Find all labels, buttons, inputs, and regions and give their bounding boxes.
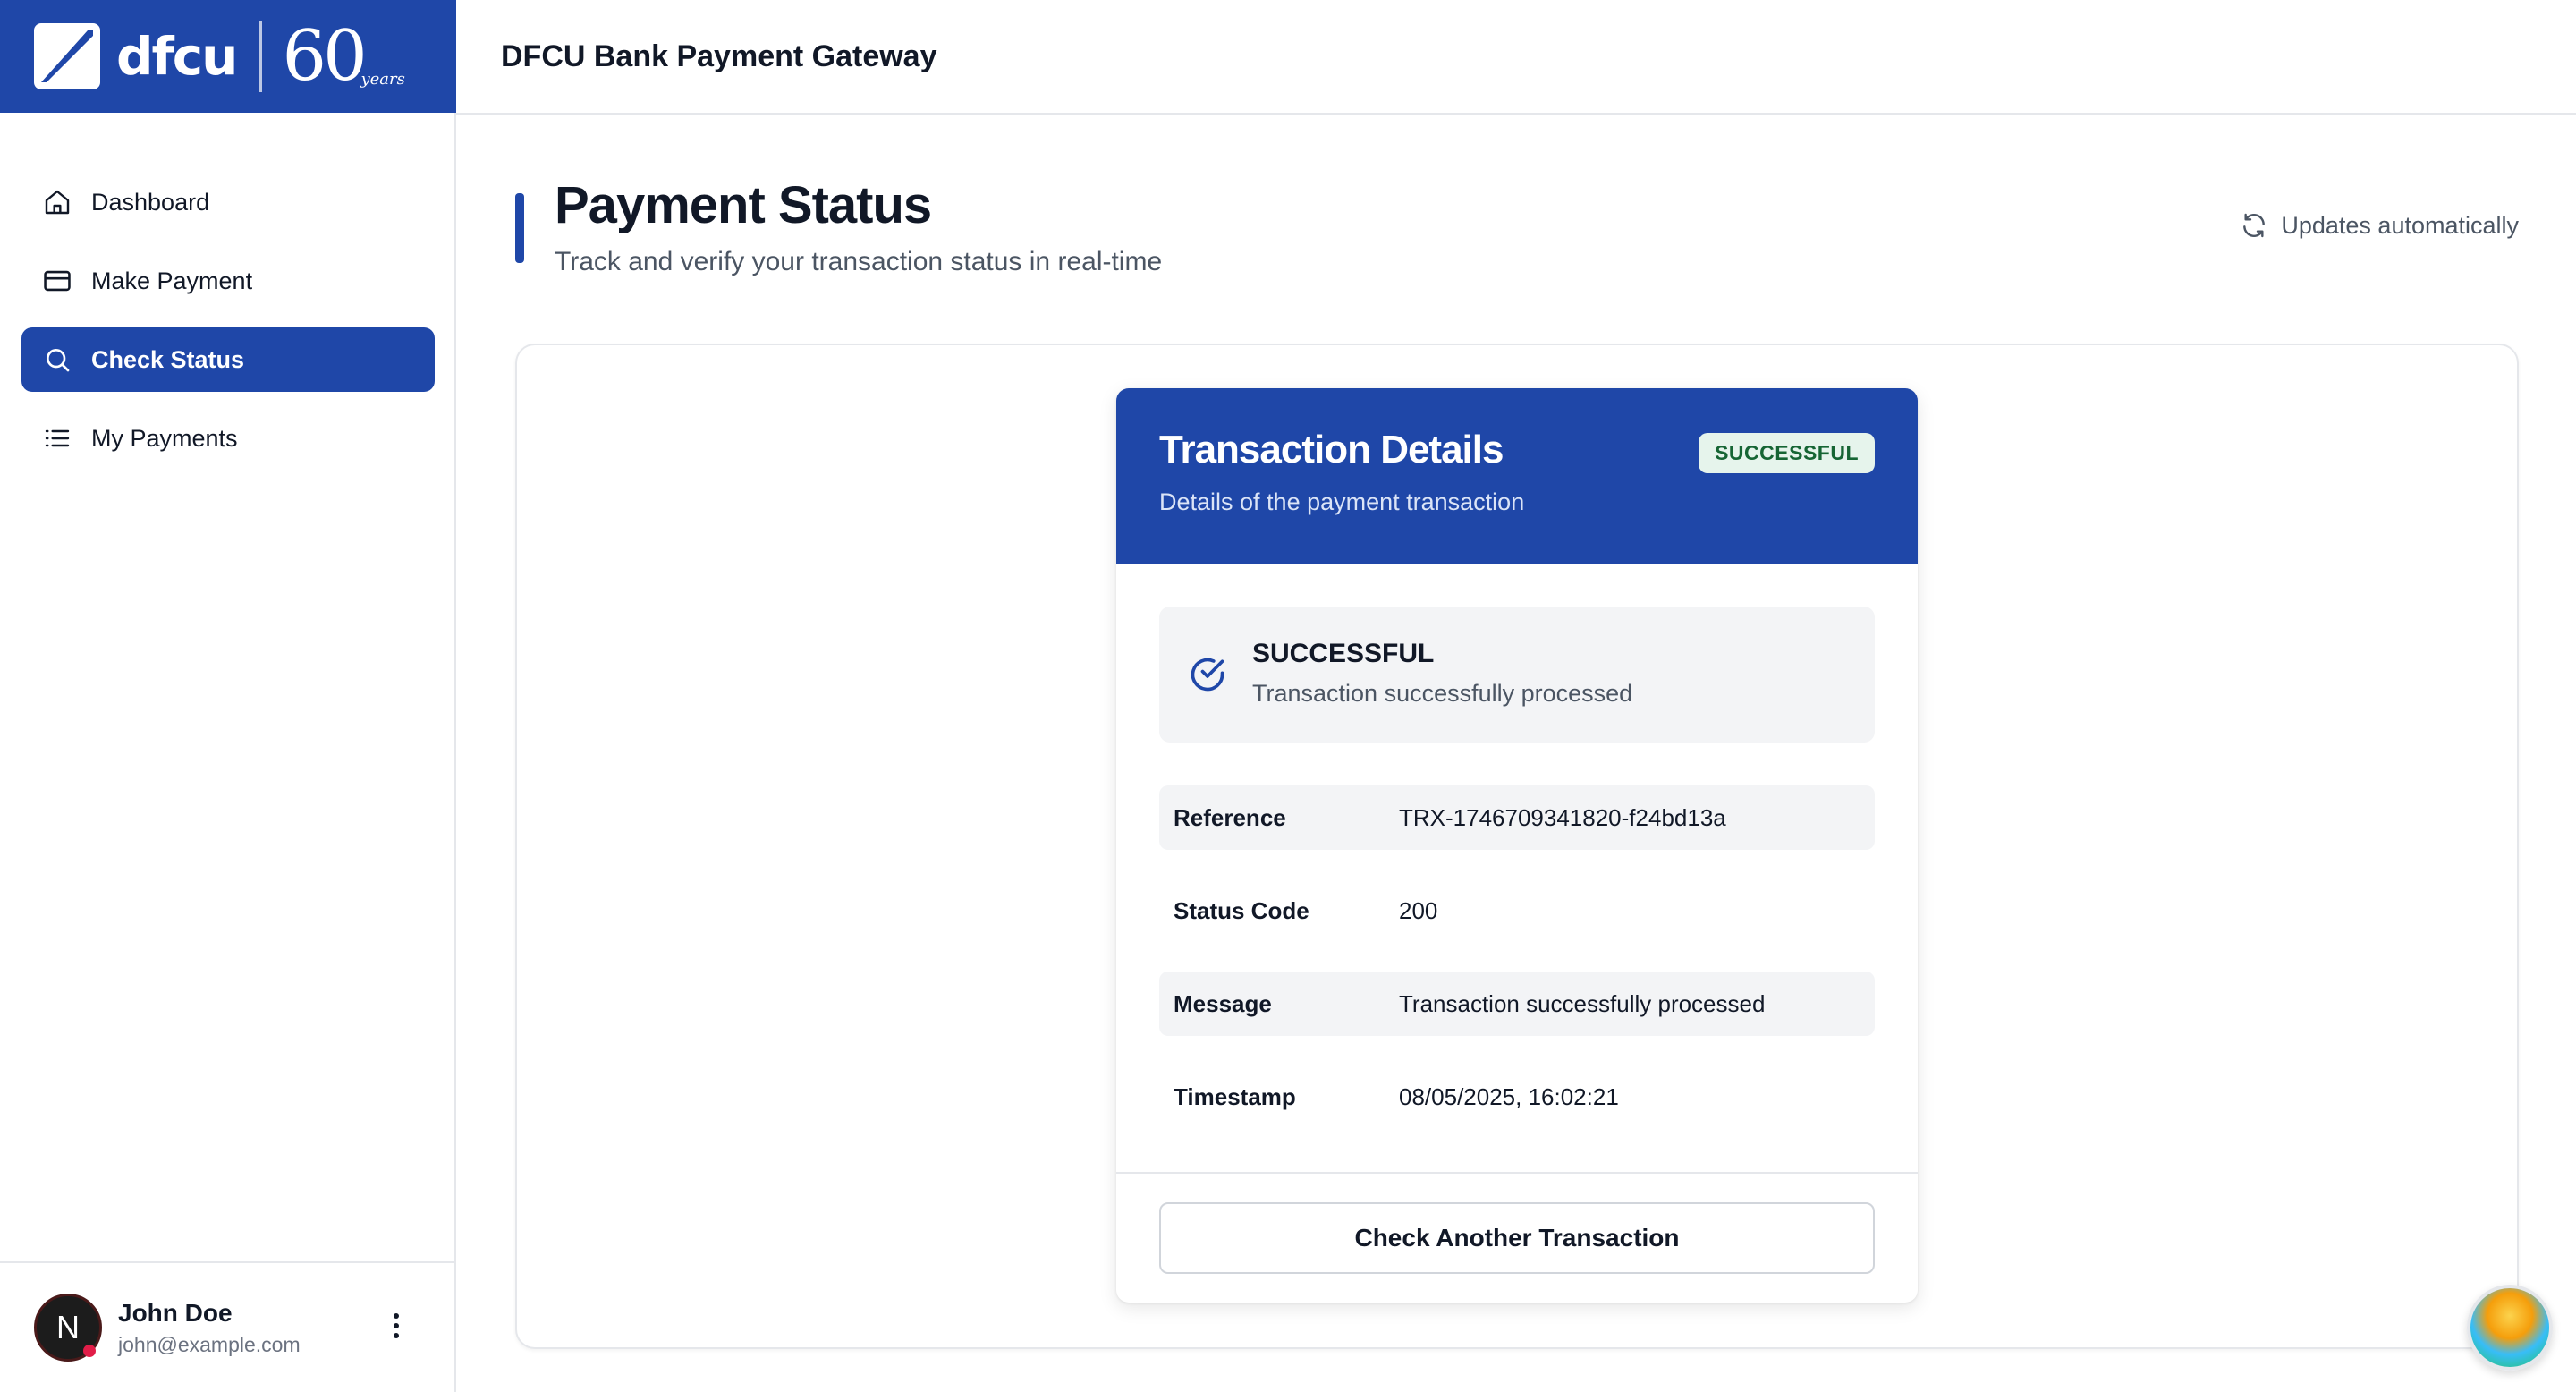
transaction-details-table: Reference TRX-1746709341820-f24bd13a Sta… (1159, 785, 1875, 1158)
check-another-button[interactable]: Check Another Transaction (1159, 1202, 1875, 1274)
detail-label: Reference (1174, 803, 1286, 831)
transaction-card: Transaction Details Details of the payme… (1116, 388, 1918, 1303)
check-circle-icon (1188, 655, 1227, 699)
page-subtitle: Track and verify your transaction status… (555, 247, 1163, 276)
auto-update-label: Updates automatically (2281, 211, 2519, 239)
auto-update-indicator: Updates automatically (2240, 211, 2519, 240)
sidebar-item-dashboard[interactable]: Dashboard (21, 170, 435, 234)
detail-value: TRX-1746709341820-f24bd13a (1399, 803, 1726, 831)
sidebar: dfcu 60 years Dashboard Make Payment Che… (0, 0, 456, 1392)
more-options-icon[interactable] (394, 1313, 402, 1343)
sidebar-item-make-payment[interactable]: Make Payment (21, 249, 435, 313)
status-message: Transaction successfully processed (1252, 680, 1633, 707)
credit-card-icon (41, 265, 73, 297)
sidebar-item-my-payments[interactable]: My Payments (21, 406, 435, 471)
user-email: john@example.com (118, 1332, 301, 1356)
search-icon (41, 344, 73, 376)
dfcu-logo-icon (34, 23, 100, 89)
sidebar-item-label: My Payments (91, 424, 238, 452)
detail-label: Message (1174, 989, 1272, 1017)
refresh-icon (2240, 211, 2268, 240)
title-accent-bar (515, 193, 524, 263)
anniversary-logo: 60 years (282, 16, 405, 97)
card-footer-divider (1116, 1172, 1918, 1174)
page-title: Payment Status (555, 176, 932, 234)
user-info: John Doe john@example.com (118, 1299, 301, 1357)
detail-row-message: Message Transaction successfully process… (1159, 972, 1875, 1036)
transaction-subtitle: Details of the payment transaction (1159, 488, 1525, 515)
sidebar-item-label: Check Status (91, 345, 245, 373)
detail-value: 08/05/2025, 16:02:21 (1399, 1082, 1619, 1110)
sidebar-item-label: Make Payment (91, 267, 253, 294)
user-name: John Doe (118, 1298, 233, 1327)
home-icon (41, 186, 73, 218)
user-profile[interactable]: N John Doe john@example.com (0, 1261, 456, 1392)
app-title: DFCU Bank Payment Gateway (501, 38, 937, 73)
status-badge: SUCCESSFUL (1699, 433, 1875, 473)
avatar[interactable]: N (34, 1294, 102, 1362)
detail-label: Timestamp (1174, 1082, 1296, 1110)
sidebar-item-check-status[interactable]: Check Status (21, 327, 435, 392)
brand-logo[interactable]: dfcu 60 years (0, 0, 456, 113)
detail-row-status-code: Status Code 200 (1159, 878, 1875, 943)
assistant-avatar-icon[interactable] (2467, 1285, 2553, 1371)
sidebar-nav: Dashboard Make Payment Check Status My P… (21, 170, 435, 485)
transaction-title: Transaction Details (1159, 428, 1504, 471)
avatar-status-dot (83, 1345, 96, 1357)
transaction-card-header: Transaction Details Details of the payme… (1116, 388, 1918, 564)
status-title: SUCCESSFUL (1252, 639, 1435, 668)
detail-value: 200 (1399, 896, 1438, 924)
brand-name: dfcu (116, 26, 238, 87)
list-icon (41, 422, 73, 454)
sidebar-item-label: Dashboard (91, 188, 210, 216)
detail-value: Transaction successfully processed (1399, 989, 1766, 1017)
detail-row-timestamp: Timestamp 08/05/2025, 16:02:21 (1159, 1065, 1875, 1129)
detail-row-reference: Reference TRX-1746709341820-f24bd13a (1159, 785, 1875, 850)
avatar-initial: N (56, 1309, 80, 1345)
page-header: Payment Status Track and verify your tra… (515, 175, 2519, 283)
status-summary: SUCCESSFUL Transaction successfully proc… (1159, 607, 1875, 743)
top-header: DFCU Bank Payment Gateway (456, 0, 2576, 115)
detail-label: Status Code (1174, 896, 1309, 924)
logo-divider (259, 21, 263, 92)
